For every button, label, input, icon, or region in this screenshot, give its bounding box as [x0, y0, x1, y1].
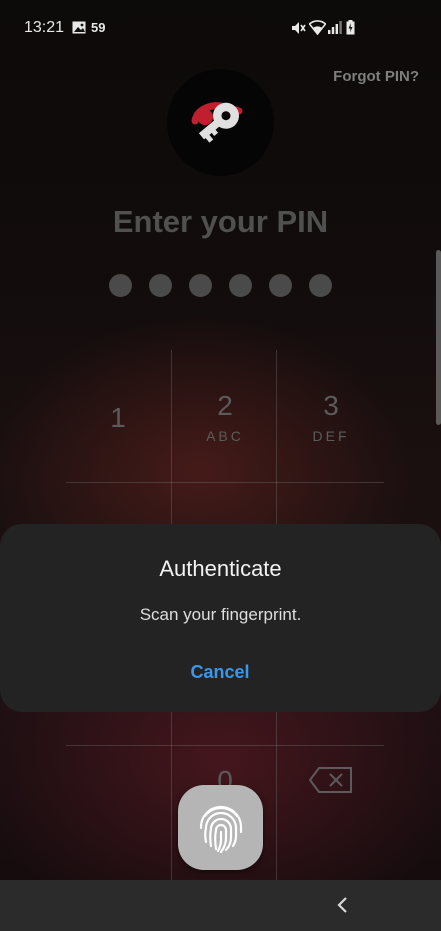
- pin-dot: [109, 274, 132, 297]
- scroll-indicator: [436, 250, 441, 425]
- forgot-pin-link[interactable]: Forgot PIN?: [333, 68, 419, 85]
- fingerprint-sensor-button[interactable]: [178, 785, 263, 870]
- keypad-divider: [66, 745, 384, 746]
- dialog-message: Scan your fingerprint.: [139, 605, 302, 624]
- backspace-icon[interactable]: [308, 767, 353, 798]
- key-2[interactable]: 2 ABC: [175, 390, 275, 444]
- navigation-bar: [0, 880, 441, 931]
- authenticate-dialog: Authenticate Scan your fingerprint. Canc…: [0, 524, 441, 712]
- battery-charging-icon: [346, 20, 355, 40]
- cancel-button[interactable]: Cancel: [170, 662, 270, 683]
- key-letters: ABC: [206, 428, 244, 444]
- pin-title: Enter your PIN: [112, 204, 329, 239]
- back-icon[interactable]: [333, 895, 353, 920]
- key-1[interactable]: 1: [68, 402, 168, 434]
- dialog-title: Authenticate: [159, 556, 282, 581]
- status-bar: 13:21 59: [0, 0, 441, 56]
- fingerprint-icon: [199, 805, 243, 854]
- notification-count: 59: [91, 20, 106, 35]
- signal-icon: [328, 20, 342, 39]
- key-letters: DEF: [312, 428, 350, 444]
- pin-dot: [309, 274, 332, 297]
- app-logo: [167, 69, 274, 176]
- gallery-icon: [72, 21, 86, 39]
- mute-icon: [290, 20, 306, 41]
- pin-dot: [229, 274, 252, 297]
- key-icon: [191, 102, 243, 143]
- keypad-divider: [66, 482, 384, 483]
- pin-dot: [189, 274, 212, 297]
- status-time: 13:21: [24, 19, 65, 36]
- pin-dot: [269, 274, 292, 297]
- pin-dot: [149, 274, 172, 297]
- wifi-icon: [308, 20, 327, 40]
- key-digit: 1: [110, 402, 126, 433]
- pin-dots: [109, 274, 334, 298]
- key-3[interactable]: 3 DEF: [281, 390, 381, 444]
- key-digit: 2: [217, 390, 233, 421]
- key-digit: 3: [323, 390, 339, 421]
